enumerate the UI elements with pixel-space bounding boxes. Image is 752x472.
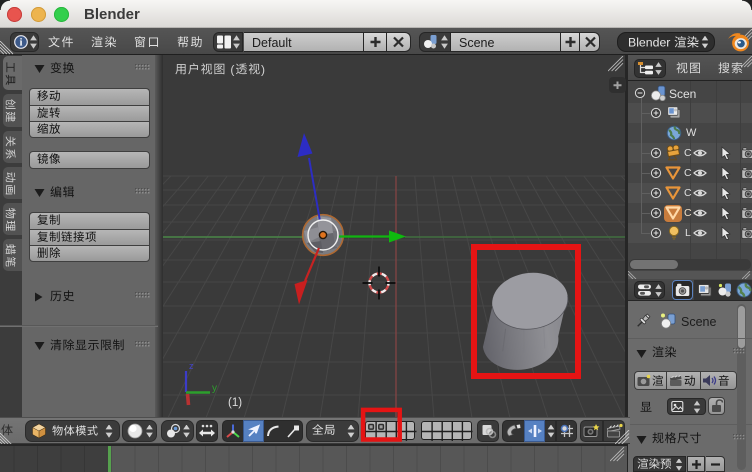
svg-text:i: i [20,38,23,49]
svg-text:z: z [189,361,194,371]
svg-text:(: ( [230,62,234,76]
svg-text:y: y [212,383,217,394]
svg-text:Blender: Blender [628,35,670,49]
svg-text:): ) [261,62,265,76]
